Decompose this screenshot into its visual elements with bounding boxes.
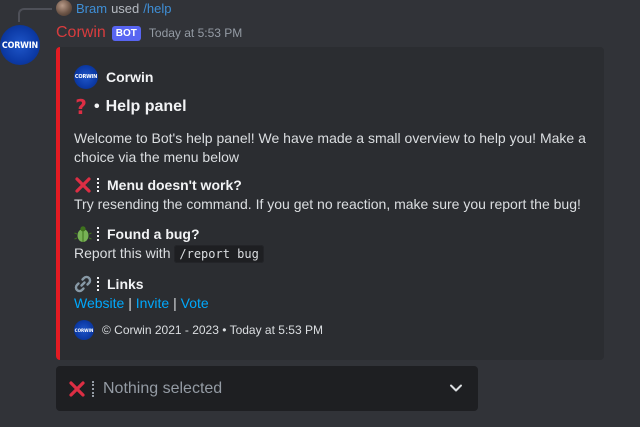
cross-mark-icon (75, 177, 91, 193)
message-timestamp[interactable]: Today at 5:53 PM (149, 26, 242, 40)
question-mark-icon: ? (75, 95, 87, 119)
avatar[interactable]: CORWIN (0, 25, 40, 65)
link-invite[interactable]: Invite (136, 295, 169, 311)
footer-dot: • (222, 323, 227, 337)
link-vote[interactable]: Vote (181, 295, 209, 311)
embed-title-text: Help panel (105, 98, 187, 115)
link-icon (74, 275, 92, 293)
divider-bar (97, 178, 101, 192)
embed-author-avatar: CORWIN (74, 65, 98, 89)
field-name-row: Found a bug? (74, 224, 594, 244)
reply-used-label: used (111, 0, 140, 16)
inline-code: /report bug (174, 245, 264, 263)
reply-command[interactable]: /help (143, 1, 171, 16)
reply-reference[interactable]: Bram used /help (56, 0, 171, 16)
embed-author: CORWIN Corwin (74, 65, 153, 89)
bot-badge: BOT (111, 25, 141, 41)
username[interactable]: Corwin (56, 24, 106, 42)
embed-field-bug: Found a bug? Report this with /report bu… (74, 224, 594, 264)
avatar-logo-text: CORWIN (1, 40, 39, 50)
field-name: Found a bug? (107, 226, 200, 242)
field-name: Links (107, 276, 144, 292)
reply-username[interactable]: Bram (76, 1, 107, 16)
select-placeholder: Nothing selected (68, 380, 222, 398)
embed-field-menu: Menu doesn't work? Try resending the com… (74, 175, 594, 214)
footer-timestamp: Today at 5:53 PM (229, 323, 323, 337)
discord-message-view: Bram used /help CORWIN Corwin BOT Today … (0, 0, 640, 427)
field-value: Try resending the command. If you get no… (74, 196, 581, 212)
embed-title-bullet: • (94, 98, 100, 115)
footer-avatar: CORWIN (74, 320, 94, 340)
embed-description: Welcome to Bot's help panel! We have mad… (74, 130, 586, 165)
reply-spine (18, 8, 52, 22)
divider-bar (92, 380, 96, 397)
help-select-menu[interactable]: Nothing selected (56, 366, 478, 411)
link-website[interactable]: Website (74, 295, 124, 311)
link-separator: | (128, 295, 132, 311)
reply-avatar[interactable] (56, 0, 72, 16)
embed-field-links: Links Website | Invite | Vote (74, 274, 594, 313)
divider-bar (97, 277, 101, 291)
select-placeholder-text: Nothing selected (103, 379, 223, 397)
embed-author-logo-text: CORWIN (74, 74, 98, 80)
field-name-row: Links (74, 274, 594, 294)
embed-title: ? • Help panel (74, 95, 187, 119)
chevron-down-icon[interactable] (448, 380, 464, 396)
field-value-text: Report this with (74, 245, 171, 261)
divider-bar (97, 227, 101, 241)
embed-footer: CORWIN © Corwin 2021 - 2023 • Today at 5… (74, 320, 323, 340)
field-name: Menu doesn't work? (107, 177, 242, 193)
field-value: Website | Invite | Vote (74, 294, 594, 313)
bug-icon (74, 226, 92, 242)
footer-copyright: © Corwin 2021 - 2023 (102, 323, 219, 337)
embed-author-name: Corwin (106, 69, 154, 85)
cross-mark-icon (69, 380, 85, 397)
field-name-row: Menu doesn't work? (74, 175, 594, 195)
field-value: Report this with /report bug (74, 244, 594, 264)
footer-logo-text: CORWIN (74, 327, 94, 333)
link-separator: | (173, 295, 177, 311)
message-header: Corwin BOT Today at 5:53 PM (56, 22, 242, 44)
footer-text: © Corwin 2021 - 2023 • Today at 5:53 PM (102, 323, 323, 337)
embed: CORWIN Corwin ? • Help panel Welcome to … (56, 47, 604, 360)
